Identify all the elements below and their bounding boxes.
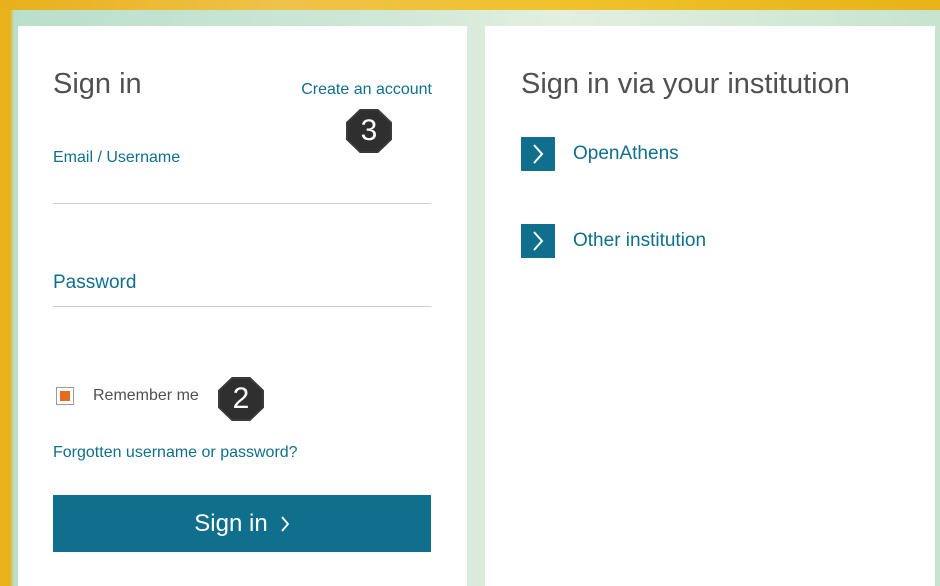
email-field[interactable]	[53, 203, 431, 204]
other-institution-label: Other institution	[573, 230, 707, 251]
password-field[interactable]	[53, 306, 431, 307]
openathens-label: OpenAthens	[573, 143, 679, 164]
top-frame-bar	[0, 0, 940, 10]
sign-in-button[interactable]: Sign in	[53, 495, 431, 552]
chevron-right-icon	[521, 224, 555, 258]
sign-in-title: Sign in	[53, 68, 142, 100]
chevron-right-icon	[521, 137, 555, 171]
annotation-number-3: 3	[360, 114, 378, 147]
chevron-right-icon	[280, 515, 290, 533]
create-account-link[interactable]: Create an account	[301, 81, 432, 99]
forgot-password-link[interactable]: Forgotten username or password?	[53, 444, 298, 462]
annotation-number-2: 2	[232, 382, 250, 415]
annotation-badge-2: 2	[218, 377, 264, 421]
remember-me-label: Remember me	[93, 387, 199, 404]
institution-panel: Sign in via your institution OpenAthens …	[485, 26, 935, 586]
openathens-option[interactable]: OpenAthens	[521, 137, 679, 171]
sign-in-button-label: Sign in	[194, 509, 268, 537]
sign-in-panel: Sign in Create an account Email / Userna…	[18, 26, 467, 586]
other-institution-option[interactable]: Other institution	[521, 224, 706, 258]
email-label: Email / Username	[53, 149, 181, 166]
institution-title: Sign in via your institution	[521, 68, 850, 100]
password-label: Password	[53, 272, 137, 293]
checkbox-check-mark	[60, 391, 70, 401]
remember-me-checkbox[interactable]	[56, 387, 74, 405]
